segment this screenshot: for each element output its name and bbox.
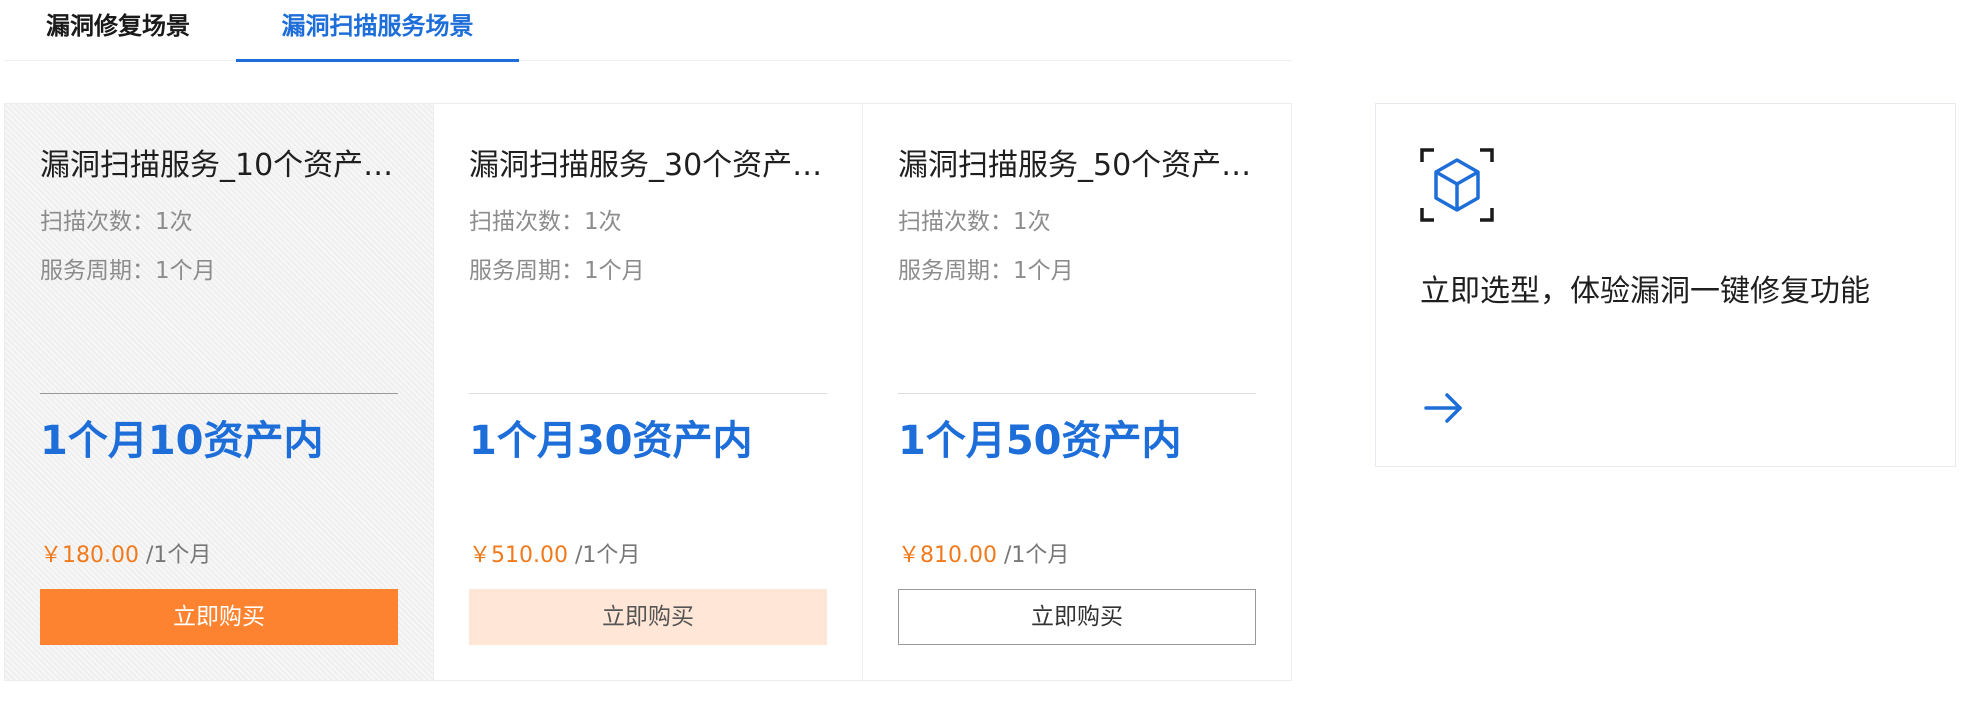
product-card-10-assets[interactable]: 漏洞扫描服务_10个资产… 扫描次数：1次 服务周期：1个月 1个月10资产内 … [5, 104, 434, 680]
price-amount: ￥510.00 [469, 543, 568, 568]
service-period: 服务周期：1个月 [898, 258, 1074, 284]
plan-name: 1个月10资产内 [40, 418, 324, 464]
buy-now-button[interactable]: 立即购买 [469, 589, 827, 645]
price: ￥810.00 /1个月 [898, 536, 1069, 576]
promo-text: 立即选型，体验漏洞一键修复功能 [1420, 274, 1870, 309]
arrow-right-icon[interactable] [1424, 388, 1464, 428]
tab-vuln-scan-service[interactable]: 漏洞扫描服务场景 [236, 0, 519, 62]
price: ￥180.00 /1个月 [40, 536, 211, 576]
tab-vuln-fix[interactable]: 漏洞修复场景 [46, 0, 190, 61]
price-amount: ￥810.00 [898, 543, 997, 568]
price-unit: /1个月 [1003, 543, 1070, 568]
scan-count: 扫描次数：1次 [469, 209, 622, 235]
page: 漏洞修复场景 漏洞扫描服务场景 漏洞扫描服务_10个资产… 扫描次数：1次 服务… [0, 0, 1963, 720]
scan-count: 扫描次数：1次 [898, 209, 1051, 235]
product-cards: 漏洞扫描服务_10个资产… 扫描次数：1次 服务周期：1个月 1个月10资产内 … [4, 103, 1292, 681]
service-period: 服务周期：1个月 [469, 258, 645, 284]
price: ￥510.00 /1个月 [469, 536, 640, 576]
price-amount: ￥180.00 [40, 543, 139, 568]
product-title: 漏洞扫描服务_10个资产… [40, 148, 394, 183]
cube-scan-icon [1420, 148, 1494, 222]
scenario-tabs: 漏洞修复场景 漏洞扫描服务场景 [4, 0, 1292, 62]
product-title: 漏洞扫描服务_30个资产… [469, 148, 823, 183]
service-period: 服务周期：1个月 [40, 258, 216, 284]
card-divider [40, 393, 398, 394]
buy-now-button[interactable]: 立即购买 [40, 589, 398, 645]
product-card-50-assets[interactable]: 漏洞扫描服务_50个资产… 扫描次数：1次 服务周期：1个月 1个月50资产内 … [863, 104, 1291, 680]
product-card-30-assets[interactable]: 漏洞扫描服务_30个资产… 扫描次数：1次 服务周期：1个月 1个月30资产内 … [434, 104, 863, 680]
scan-count: 扫描次数：1次 [40, 209, 193, 235]
buy-now-button[interactable]: 立即购买 [898, 589, 1256, 645]
price-unit: /1个月 [145, 543, 212, 568]
product-title: 漏洞扫描服务_50个资产… [898, 148, 1252, 183]
plan-name: 1个月50资产内 [898, 418, 1182, 464]
promo-card-select-model[interactable]: 立即选型，体验漏洞一键修复功能 [1375, 103, 1956, 467]
card-divider [898, 393, 1256, 394]
price-unit: /1个月 [574, 543, 641, 568]
plan-name: 1个月30资产内 [469, 418, 753, 464]
card-divider [469, 393, 827, 394]
